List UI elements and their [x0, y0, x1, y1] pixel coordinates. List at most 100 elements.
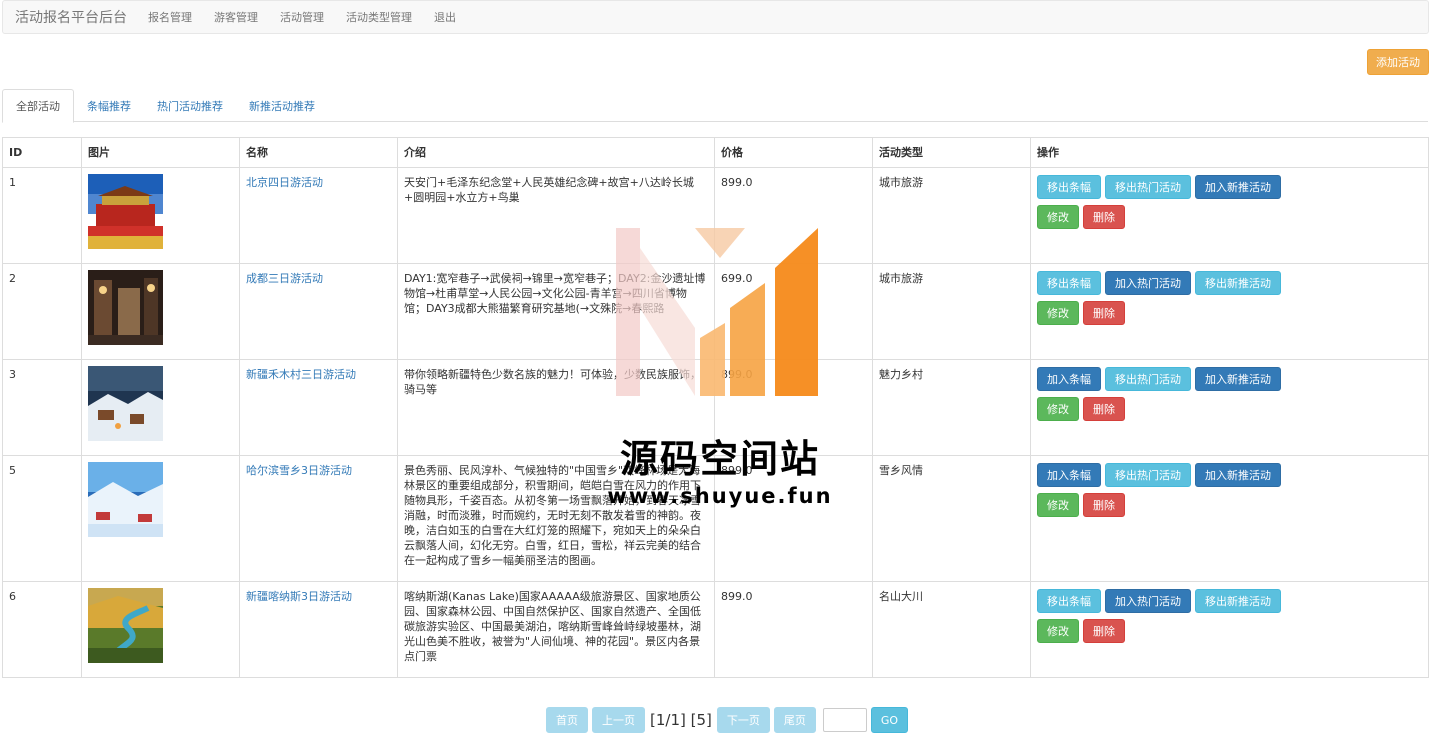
nav-visitors[interactable]: 游客管理	[214, 9, 258, 25]
cell-actions: 加入条幅 移出热门活动 加入新推活动 修改 删除	[1030, 359, 1429, 456]
edit-button[interactable]: 修改	[1037, 397, 1079, 421]
cell-id: 6	[2, 581, 82, 678]
cell-type: 名山大川	[872, 581, 1031, 678]
table-header-row: ID 图片 名称 介绍 价格 活动类型 操作	[2, 137, 1429, 168]
cell-actions: 加入条幅 移出热门活动 加入新推活动 修改 删除	[1030, 455, 1429, 582]
cell-price: 899.0	[714, 581, 873, 678]
edit-button[interactable]: 修改	[1037, 619, 1079, 643]
delete-button[interactable]: 删除	[1083, 493, 1125, 517]
nav-activity-types[interactable]: 活动类型管理	[346, 9, 412, 25]
cell-id: 2	[2, 263, 82, 360]
tab-all[interactable]: 全部活动	[2, 89, 74, 123]
activity-thumbnail[interactable]	[88, 462, 163, 537]
table-row: 1 北京四日游活动 天安门+毛泽东纪念堂+人民英雄纪念碑+故宫+八达岭长城+圆明…	[2, 167, 1429, 264]
cell-intro: 喀纳斯湖(Kanas Lake)国家AAAAA级旅游景区、国家地质公园、国家森林…	[397, 581, 715, 678]
cell-actions: 移出条幅 加入热门活动 移出新推活动 修改 删除	[1030, 581, 1429, 678]
toggle-hot-button[interactable]: 加入热门活动	[1105, 589, 1191, 613]
header-name: 名称	[239, 137, 398, 168]
tab-hot[interactable]: 热门活动推荐	[144, 89, 236, 122]
cell-type: 魅力乡村	[872, 359, 1031, 456]
header-image: 图片	[81, 137, 240, 168]
cell-image	[81, 263, 240, 360]
toggle-new-button[interactable]: 加入新推活动	[1195, 175, 1281, 199]
cell-price: 899.0	[714, 359, 873, 456]
activity-table: ID 图片 名称 介绍 价格 活动类型 操作 1 北京四日游活动 天安门+毛泽东…	[2, 137, 1429, 678]
activity-name-link[interactable]: 新疆喀纳斯3日游活动	[246, 590, 352, 603]
cell-image	[81, 359, 240, 456]
cell-id: 1	[2, 167, 82, 264]
page-number-input[interactable]	[822, 708, 867, 732]
cell-name: 新疆禾木村三日游活动	[239, 359, 398, 456]
delete-button[interactable]: 删除	[1083, 301, 1125, 325]
last-page-button[interactable]: 尾页	[773, 707, 816, 733]
activity-thumbnail[interactable]	[88, 588, 163, 663]
edit-button[interactable]: 修改	[1037, 493, 1079, 517]
delete-button[interactable]: 删除	[1083, 205, 1125, 229]
edit-button[interactable]: 修改	[1037, 205, 1079, 229]
nav-registration[interactable]: 报名管理	[148, 9, 192, 25]
table-row: 3 新疆禾木村三日游活动 带你领略新疆特色少数名族的魅力！可体验，少数民族服饰，…	[2, 359, 1429, 456]
activity-thumbnail[interactable]	[88, 270, 163, 345]
toggle-hot-button[interactable]: 加入热门活动	[1105, 271, 1191, 295]
toggle-hot-button[interactable]: 移出热门活动	[1105, 463, 1191, 487]
cell-price: 899.0	[714, 455, 873, 582]
cell-price: 699.0	[714, 263, 873, 360]
cell-id: 3	[2, 359, 82, 456]
cell-price: 899.0	[714, 167, 873, 264]
header-id: ID	[2, 137, 82, 168]
add-activity-button[interactable]: 添加活动	[1367, 49, 1429, 75]
nav-activities[interactable]: 活动管理	[280, 9, 324, 25]
table-row: 6 新疆喀纳斯3日游活动 喀纳斯湖(Kanas Lake)国家AAAAA级旅游景…	[2, 581, 1429, 678]
cell-intro: 景色秀丽、民风淳朴、气候独特的"中国雪乡"双峰林场是大海林景区的重要组成部分，积…	[397, 455, 715, 582]
cell-image	[81, 581, 240, 678]
go-button[interactable]: GO	[870, 707, 909, 733]
cell-name: 成都三日游活动	[239, 263, 398, 360]
table-row: 2 成都三日游活动 DAY1:宽窄巷子→武侯祠→锦里→宽窄巷子；DAY2:金沙遗…	[2, 263, 1429, 360]
toggle-new-button[interactable]: 移出新推活动	[1195, 589, 1281, 613]
cell-id: 5	[2, 455, 82, 582]
header-actions: 操作	[1030, 137, 1429, 168]
page-status: [1/1] [5]	[650, 711, 712, 729]
toggle-banner-button[interactable]: 移出条幅	[1037, 271, 1101, 295]
toggle-banner-button[interactable]: 加入条幅	[1037, 367, 1101, 391]
delete-button[interactable]: 删除	[1083, 619, 1125, 643]
activity-name-link[interactable]: 新疆禾木村三日游活动	[246, 368, 356, 381]
toggle-new-button[interactable]: 加入新推活动	[1195, 463, 1281, 487]
cell-type: 城市旅游	[872, 263, 1031, 360]
toggle-banner-button[interactable]: 移出条幅	[1037, 175, 1101, 199]
cell-intro: 天安门+毛泽东纪念堂+人民英雄纪念碑+故宫+八达岭长城+圆明园+水立方+鸟巢	[397, 167, 715, 264]
edit-button[interactable]: 修改	[1037, 301, 1079, 325]
tab-banner[interactable]: 条幅推荐	[74, 89, 144, 122]
activity-name-link[interactable]: 哈尔滨雪乡3日游活动	[246, 464, 352, 477]
first-page-button[interactable]: 首页	[546, 707, 588, 733]
delete-button[interactable]: 删除	[1083, 397, 1125, 421]
header-price: 价格	[714, 137, 873, 168]
activity-thumbnail[interactable]	[88, 366, 163, 441]
toggle-new-button[interactable]: 移出新推活动	[1195, 271, 1281, 295]
activity-name-link[interactable]: 北京四日游活动	[246, 176, 323, 189]
activity-name-link[interactable]: 成都三日游活动	[246, 272, 323, 285]
cell-intro: 带你领略新疆特色少数名族的魅力！可体验，少数民族服饰，骑马等	[397, 359, 715, 456]
next-page-button[interactable]: 下一页	[716, 707, 770, 733]
nav-logout[interactable]: 退出	[434, 9, 456, 25]
cell-type: 雪乡风情	[872, 455, 1031, 582]
toggle-hot-button[interactable]: 移出热门活动	[1105, 367, 1191, 391]
activity-thumbnail[interactable]	[88, 174, 163, 249]
toggle-new-button[interactable]: 加入新推活动	[1195, 367, 1281, 391]
cell-actions: 移出条幅 加入热门活动 移出新推活动 修改 删除	[1030, 263, 1429, 360]
cell-name: 新疆喀纳斯3日游活动	[239, 581, 398, 678]
cell-image	[81, 167, 240, 264]
brand-title[interactable]: 活动报名平台后台	[15, 7, 127, 27]
activity-tabs: 全部活动 条幅推荐 热门活动推荐 新推活动推荐	[2, 89, 1428, 123]
prev-page-button[interactable]: 上一页	[592, 707, 645, 733]
cell-name: 北京四日游活动	[239, 167, 398, 264]
cell-actions: 移出条幅 移出热门活动 加入新推活动 修改 删除	[1030, 167, 1429, 264]
toggle-banner-button[interactable]: 移出条幅	[1037, 589, 1101, 613]
toggle-hot-button[interactable]: 移出热门活动	[1105, 175, 1191, 199]
top-navbar: 活动报名平台后台 报名管理 游客管理 活动管理 活动类型管理 退出	[2, 0, 1429, 34]
toggle-banner-button[interactable]: 加入条幅	[1037, 463, 1101, 487]
tab-new[interactable]: 新推活动推荐	[236, 89, 328, 122]
pagination: 首页 上一页 [1/1] [5] 下一页 尾页 GO	[546, 707, 909, 733]
header-intro: 介绍	[397, 137, 715, 168]
cell-type: 城市旅游	[872, 167, 1031, 264]
